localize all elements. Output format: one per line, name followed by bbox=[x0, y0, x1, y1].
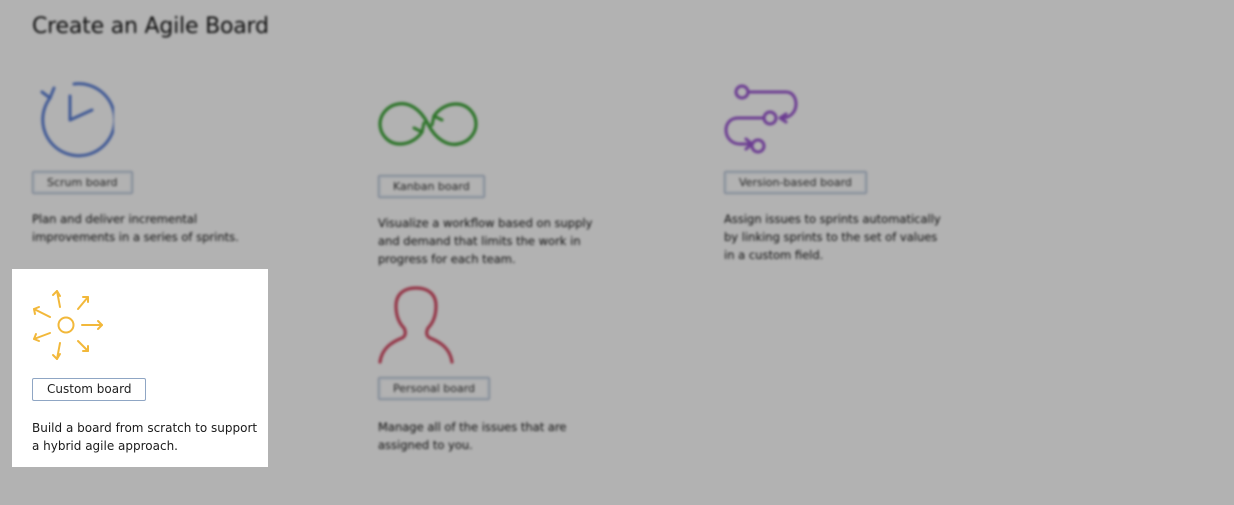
sun-burst-icon bbox=[32, 287, 108, 367]
custom-board-button[interactable]: Custom board bbox=[32, 378, 147, 401]
custom-board-description: Build a board from scratch to support a … bbox=[32, 421, 258, 453]
custom-board-card: Custom board Build a board from scratch … bbox=[12, 269, 268, 467]
create-agile-board-dialog: Create an Agile Board Scrum board Plan a… bbox=[0, 0, 1234, 505]
